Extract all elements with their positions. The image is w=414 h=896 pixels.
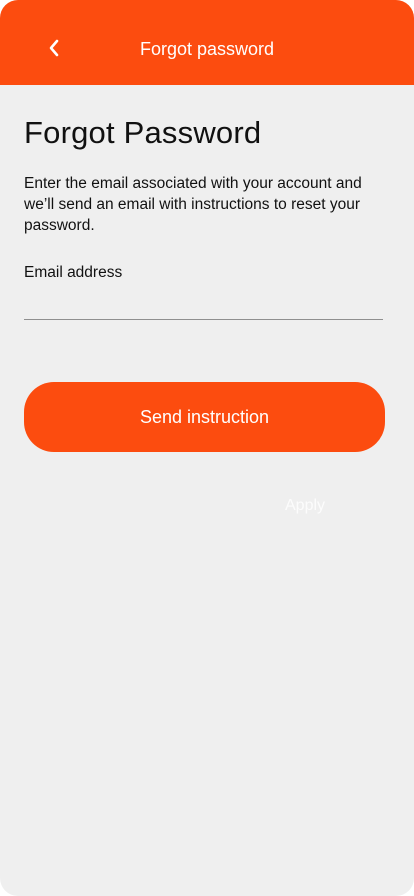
instructions-text: Enter the email associated with your acc… — [24, 175, 362, 234]
forgot-password-screen: Forgot password Forgot Password Enter th… — [0, 0, 414, 896]
email-input[interactable] — [24, 286, 383, 320]
header-title: Forgot password — [139, 39, 275, 59]
header-bar: Forgot password — [0, 0, 414, 85]
apply-ghost-label: Apply — [285, 497, 326, 514]
page-title: Forgot Password — [24, 115, 262, 150]
email-label: Email address — [24, 264, 123, 281]
send-instruction-button[interactable]: Send instruction — [24, 382, 385, 452]
